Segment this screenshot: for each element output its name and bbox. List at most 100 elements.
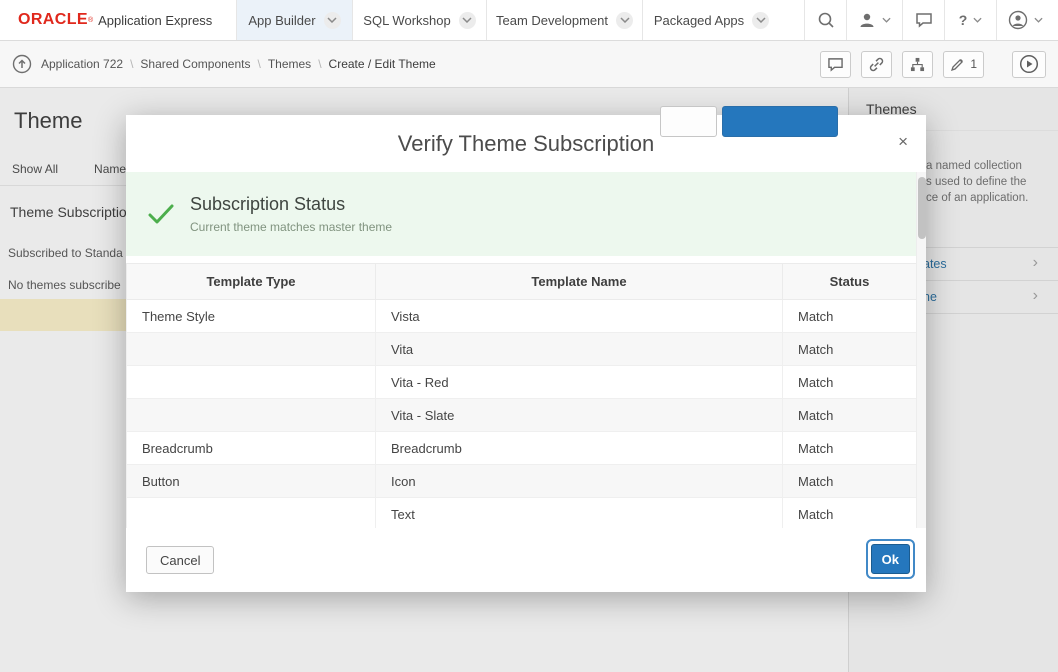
subscription-status-text: Subscribed to Standa [8,246,123,260]
product-name: Application Express [98,13,212,28]
administration-menu[interactable] [846,0,902,40]
page-primary-button[interactable] [722,106,838,137]
cell-status: Match [783,498,917,529]
chevron-right-icon: › [1033,254,1038,272]
shortcut-toolbar-button[interactable] [861,51,892,78]
column-header-status: Status [783,264,917,300]
cell-template-name: Vita - Red [376,366,783,399]
breadcrumb-item-current: Create / Edit Theme [329,57,436,71]
sidebar-description: a named collection s used to define the … [926,158,1028,206]
tab-app-builder[interactable]: App Builder [236,0,352,40]
page-secondary-button[interactable] [660,106,717,137]
table-row: Theme Style Vista Match [127,300,917,333]
run-application-button[interactable] [1012,51,1046,78]
cell-template-name: Vita [376,333,783,366]
cancel-button[interactable]: Cancel [146,546,214,574]
help-menu[interactable]: ? [944,0,996,40]
chevron-down-icon [1034,17,1043,23]
table-row: Text Match [127,498,917,529]
dialog-footer: Cancel Ok [126,528,926,592]
close-icon[interactable]: × [898,132,908,152]
no-themes-text: No themes subscribe [8,278,121,292]
table-row: Vita - Slate Match [127,399,917,432]
feedback-toolbar-button[interactable] [820,51,851,78]
registered-mark: ® [88,17,93,24]
cell-template-name: Vita - Slate [376,399,783,432]
link-icon [868,56,885,73]
search-icon [817,11,835,29]
sidebar-description-line: a named collection [926,158,1028,174]
top-navigation: ORACLE® Application Express App Builder … [0,0,1058,41]
breadcrumb-separator: \ [130,57,133,71]
sidebar-link-label: ates [923,257,947,271]
user-menu[interactable] [996,0,1054,40]
cell-status: Match [783,333,917,366]
table-row: Button Icon Match [127,465,917,498]
cell-template-type: Breadcrumb [127,432,376,465]
cell-template-type [127,333,376,366]
template-verification-table: Template Type Template Name Status Theme… [126,263,917,528]
table-header-row: Template Type Template Name Status [127,264,917,300]
scrollbar[interactable] [916,172,926,528]
column-header-template-name: Template Name [376,264,783,300]
up-arrow-icon[interactable] [12,54,32,74]
chevron-down-icon [324,12,341,29]
cell-template-type: Theme Style [127,300,376,333]
verify-theme-subscription-dialog: Verify Theme Subscription × Subscription… [126,115,926,592]
edit-page-button[interactable]: 1 [943,51,984,78]
cell-template-type: Button [127,465,376,498]
search-button[interactable] [804,0,846,40]
page-title: Theme [14,108,82,134]
filter-tab-name[interactable]: Name [94,162,126,176]
hierarchy-icon [909,57,926,72]
breadcrumb-separator: \ [318,57,321,71]
status-heading: Subscription Status [190,194,392,215]
ok-button-focus-ring: Ok [866,539,915,579]
help-icon: ? [959,12,968,28]
table-row: Vita Match [127,333,917,366]
cell-status: Match [783,300,917,333]
breadcrumb-item-themes[interactable]: Themes [268,57,311,71]
sidebar-description-line: ce of an application. [926,190,1028,206]
column-header-template-type: Template Type [127,264,376,300]
run-icon [1019,54,1039,74]
cell-template-name: Vista [376,300,783,333]
chevron-down-icon [616,12,633,29]
breadcrumb-item-shared-components[interactable]: Shared Components [140,57,250,71]
scrollbar-thumb[interactable] [918,177,926,239]
tab-packaged-apps[interactable]: Packaged Apps [642,0,780,40]
chevron-down-icon [973,17,982,23]
cell-template-name: Text [376,498,783,529]
topnav-actions: ? [804,0,1058,40]
edit-icon [950,57,965,72]
theme-subscription-heading: Theme Subscription [10,204,135,220]
tab-team-development[interactable]: Team Development [486,0,642,40]
user-icon [1008,10,1028,30]
dialog-body: Subscription Status Current theme matche… [126,172,926,528]
breadcrumb-item-application[interactable]: Application 722 [41,57,123,71]
tab-label: Team Development [496,13,608,28]
cell-template-name: Breadcrumb [376,432,783,465]
status-subtitle: Current theme matches master theme [190,220,392,234]
table-row: Vita - Red Match [127,366,917,399]
tab-label: App Builder [248,13,315,28]
subscription-status-banner: Subscription Status Current theme matche… [126,172,916,256]
sidebar-description-line: s used to define the [926,174,1028,190]
tab-sql-workshop[interactable]: SQL Workshop [352,0,486,40]
page-toolbar: 1 [820,51,1046,78]
chevron-right-icon: › [1033,287,1038,305]
cell-template-type [127,399,376,432]
admin-user-icon [858,11,876,29]
page-header-buttons [660,106,838,137]
hierarchy-toolbar-button[interactable] [902,51,933,78]
chevron-down-icon [459,12,476,29]
ok-button[interactable]: Ok [871,544,910,574]
filter-tab-show-all[interactable]: Show All [12,162,58,176]
oracle-wordmark: ORACLE [18,11,88,29]
breadcrumb-bar: Application 722 \ Shared Components \ Th… [0,41,1058,88]
feedback-button[interactable] [902,0,944,40]
cell-template-type [127,366,376,399]
edit-page-number: 1 [970,57,977,71]
breadcrumb-separator: \ [257,57,260,71]
cell-template-type [127,498,376,529]
